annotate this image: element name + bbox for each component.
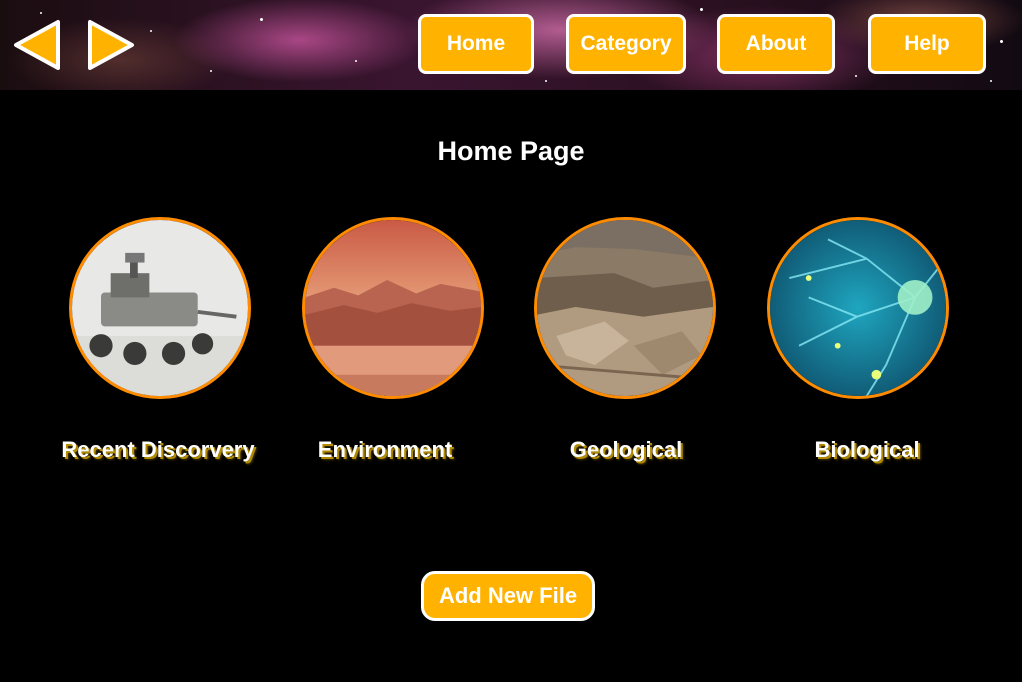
category-label-geological[interactable]: Geological [516, 436, 736, 464]
header-banner: Home Category About Help [0, 0, 1022, 90]
landscape-image[interactable] [302, 217, 484, 399]
back-arrow-icon[interactable] [12, 18, 62, 72]
category-label-biological[interactable]: Biological [757, 436, 977, 464]
category-label-recent-discovery[interactable]: Recent Discorvery [48, 436, 268, 464]
page-title: Home Page [437, 136, 585, 166]
rock-terrain-image[interactable] [534, 217, 716, 399]
rover-image[interactable] [69, 217, 251, 399]
neuron-image[interactable] [767, 217, 949, 399]
add-new-file-button[interactable]: Add New File [421, 571, 595, 621]
nav-help-button[interactable]: Help [868, 14, 986, 74]
nav-about-button[interactable]: About [717, 14, 835, 74]
nav-category-button[interactable]: Category [566, 14, 686, 74]
nav-home-button[interactable]: Home [418, 14, 534, 74]
category-label-environment[interactable]: Environment [275, 436, 495, 464]
forward-arrow-icon[interactable] [86, 18, 136, 72]
